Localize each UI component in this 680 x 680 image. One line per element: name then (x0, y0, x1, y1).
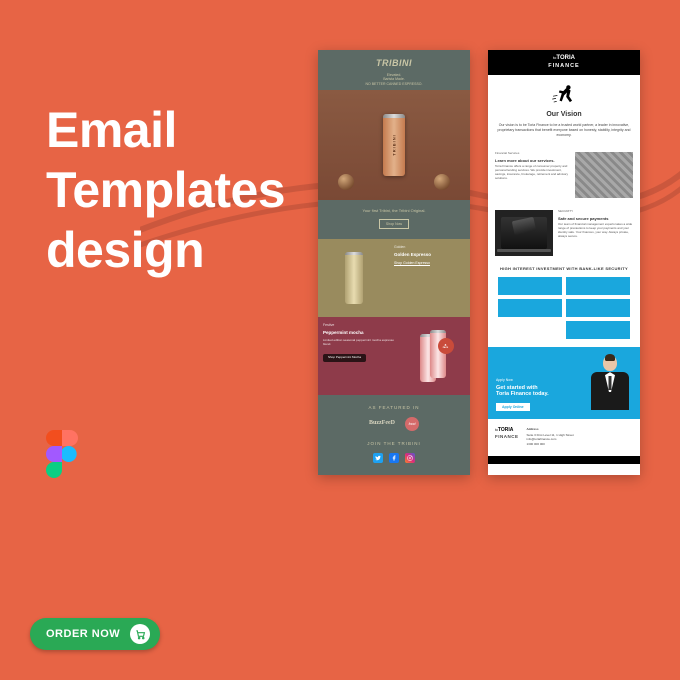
instagram-icon[interactable] (405, 453, 415, 463)
tribini-hero-image: TRIBINI (318, 90, 470, 200)
template-toria: toTORIA FINANCE Our Vision Our vision is… (488, 50, 640, 475)
tribini-header: TRIBINI Elevated. Barista Made. NO BETTE… (318, 50, 470, 90)
feature-box (566, 321, 630, 339)
tribini-golden-row: Golden Golden Espresso Shop Golden Espre… (318, 239, 470, 317)
apply-online-button[interactable]: Apply Online (496, 403, 530, 412)
apply-banner: Apply Now Get started with Toria Finance… (488, 347, 640, 419)
template-tribini: TRIBINI Elevated. Barista Made. NO BETTE… (318, 50, 470, 475)
template-previews: TRIBINI Elevated. Barista Made. NO BETTE… (318, 50, 640, 475)
social-icons (322, 453, 466, 463)
facebook-icon[interactable] (389, 453, 399, 463)
food-logo: food (405, 417, 419, 431)
services-section: Financial Services Learn more about our … (488, 146, 640, 204)
toria-footer: toTORIA FINANCE Address Suite 3 First Le… (488, 419, 640, 456)
businessman-image (588, 355, 632, 411)
twitter-icon[interactable] (373, 453, 383, 463)
figma-icon (46, 430, 78, 474)
order-now-label: ORDER NOW (46, 628, 120, 640)
office-image (575, 152, 633, 198)
shop-now-button[interactable]: Shop Now (379, 219, 409, 230)
feature-box (498, 299, 562, 317)
vision-section: Our Vision Our vision is to be Toria Fin… (488, 75, 640, 146)
headline: Email Templates design (46, 100, 285, 280)
feature-box (566, 299, 630, 317)
pack-badge: 8 PACK (438, 338, 454, 354)
shop-peppermint-button[interactable]: Shop Peppermint Mocha (323, 354, 366, 362)
laptop-image (495, 210, 553, 256)
runner-icon (549, 83, 579, 105)
security-section: SECURITY Safe and secure payments Our te… (488, 204, 640, 262)
feature-grid (488, 273, 640, 347)
tribini-cta-block: Your first Tribini, the Tribini Original… (318, 200, 470, 239)
feature-box (566, 277, 630, 295)
cart-icon (130, 624, 150, 644)
toria-header: toTORIA FINANCE (488, 50, 640, 75)
grid-heading: HIGH INTEREST INVESTMENT WITH BANK-LIKE … (488, 262, 640, 273)
buzzfeed-logo: BuzzFeeD (369, 420, 395, 428)
feature-box (498, 277, 562, 295)
tribini-footer: AS FEATURED IN BuzzFeeD food JOIN THE TR… (318, 395, 470, 475)
tribini-peppermint-row: 8 PACK Festive Peppermint mocha Limited … (318, 317, 470, 395)
order-now-button[interactable]: ORDER NOW (30, 618, 160, 650)
shop-golden-link[interactable]: Shop Golden Espresso (394, 261, 465, 266)
